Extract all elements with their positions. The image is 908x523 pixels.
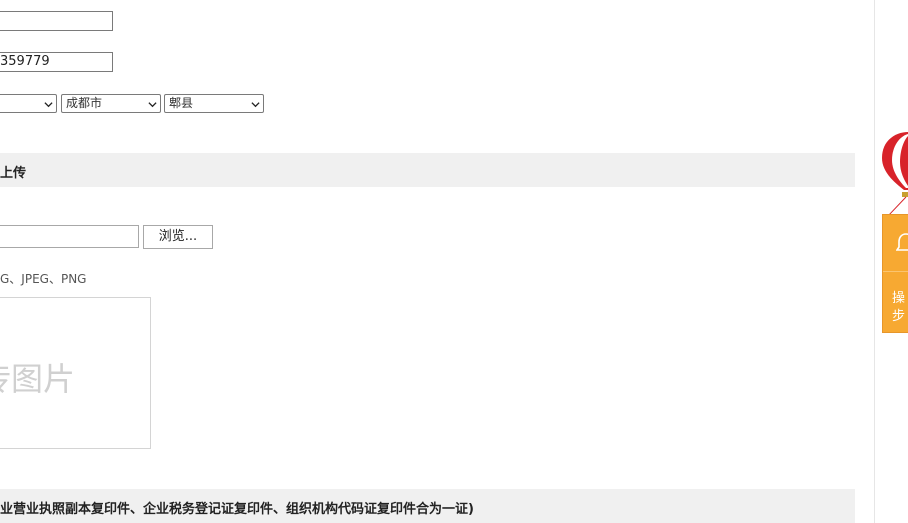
phone-input[interactable]: 359779 xyxy=(0,52,113,72)
chevron-down-icon xyxy=(44,102,53,108)
county-select-value: 郫县 xyxy=(169,96,194,110)
county-select[interactable]: 郫县 xyxy=(164,94,264,113)
panel-divider xyxy=(883,271,908,272)
city-select[interactable]: 成都市 xyxy=(61,94,161,113)
chevron-down-icon xyxy=(251,102,260,108)
chevron-down-icon xyxy=(148,102,157,108)
bell-icon xyxy=(896,233,908,251)
license-section-title: 业营业执照副本复印件、企业税务登记证复印件、组织机构代码证复印件合为一证) xyxy=(0,502,474,517)
panel-text-line1: 操 xyxy=(892,291,906,306)
format-hint: G、JPEG、PNG xyxy=(0,272,87,286)
image-preview-box[interactable]: 传图片 xyxy=(0,297,151,449)
upload-placeholder-text: 传图片 xyxy=(0,360,76,398)
upload-section-title: 上传 xyxy=(0,166,27,181)
file-path-input[interactable] xyxy=(0,225,139,248)
city-select-value: 成都市 xyxy=(66,96,103,110)
hot-air-balloon-icon xyxy=(882,132,908,217)
floating-help-panel[interactable]: 操 步 xyxy=(882,214,908,333)
browse-button[interactable]: 浏览... xyxy=(143,225,213,249)
panel-text-line2: 步 xyxy=(892,309,906,324)
province-select[interactable] xyxy=(0,94,57,113)
upload-section-header xyxy=(0,153,855,187)
text-input[interactable] xyxy=(0,11,113,31)
